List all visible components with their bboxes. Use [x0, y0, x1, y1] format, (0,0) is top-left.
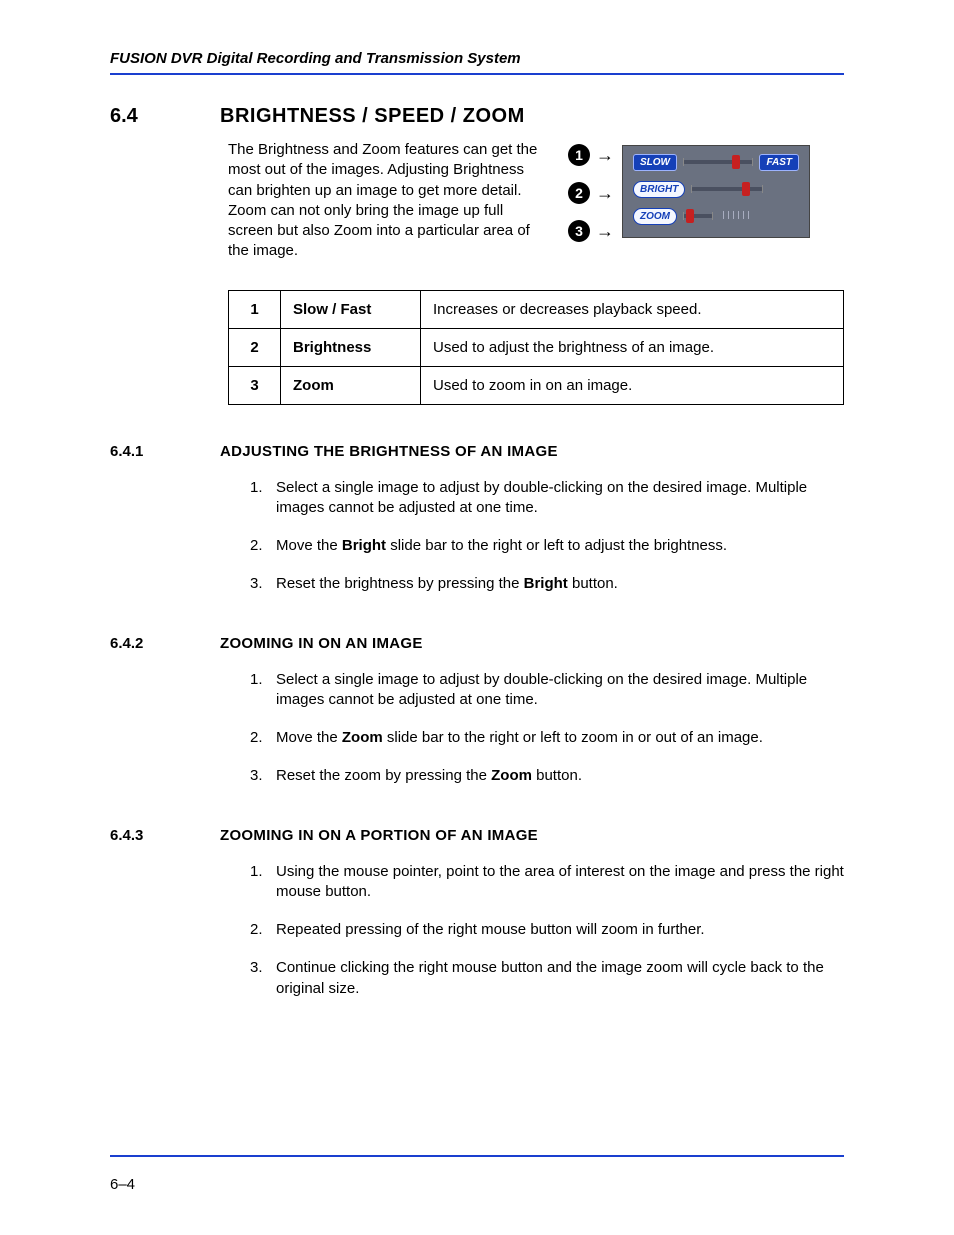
feature-desc: Used to adjust the brightness of an imag… — [421, 328, 844, 366]
step-item: Using the mouse pointer, point to the ar… — [250, 862, 844, 903]
step-item: Repeated pressing of the right mouse but… — [250, 920, 844, 940]
feature-num: 2 — [229, 328, 281, 366]
slow-label: SLOW — [633, 154, 677, 171]
callout-1: 1 → — [568, 144, 614, 166]
subsection-title: ZOOMING IN ON A PORTION OF AN IMAGE — [220, 827, 538, 844]
bright-button[interactable]: BRIGHT — [633, 181, 685, 198]
bold-term: Bright — [342, 537, 386, 554]
callout-2: 2 → — [568, 182, 614, 204]
bright-slider-row: BRIGHT — [633, 181, 799, 198]
step-item: Move the Bright slide bar to the right o… — [250, 536, 844, 556]
slider-thumb-icon — [742, 182, 750, 196]
section-number: 6.4 — [110, 105, 220, 128]
subsection-number: 6.4.1 — [110, 443, 220, 460]
section-intro: The Brightness and Zoom features can get… — [228, 140, 548, 262]
callout-column: 1 → 2 → 3 → — [568, 140, 614, 242]
page-number: 6–4 — [110, 1176, 135, 1193]
step-item: Move the Zoom slide bar to the right or … — [250, 728, 844, 748]
control-panel-illustration: 1 → 2 → 3 → SLOW FAST — [568, 140, 810, 242]
footer-rule — [110, 1155, 844, 1157]
document-page: FUSION DVR Digital Recording and Transmi… — [0, 0, 954, 1235]
speed-slider[interactable] — [683, 160, 753, 164]
feature-desc: Increases or decreases playback speed. — [421, 290, 844, 328]
zoom-button[interactable]: ZOOM — [633, 208, 677, 225]
feature-table: 1 Slow / Fast Increases or decreases pla… — [228, 290, 844, 405]
callout-3: 3 → — [568, 220, 614, 242]
feature-desc: Used to zoom in on an image. — [421, 366, 844, 404]
feature-name: Brightness — [281, 328, 421, 366]
slider-ticks-icon — [723, 213, 749, 219]
subsection-heading: 6.4.2 ZOOMING IN ON AN IMAGE — [110, 635, 844, 652]
feature-num: 3 — [229, 366, 281, 404]
step-item: Select a single image to adjust by doubl… — [250, 670, 844, 711]
section-heading: 6.4 BRIGHTNESS / SPEED / ZOOM — [110, 105, 844, 128]
table-row: 1 Slow / Fast Increases or decreases pla… — [229, 290, 844, 328]
arrow-right-icon: → — [596, 146, 614, 164]
subsection-heading: 6.4.3 ZOOMING IN ON A PORTION OF AN IMAG… — [110, 827, 844, 844]
step-list: Using the mouse pointer, point to the ar… — [250, 862, 844, 999]
bold-term: Zoom — [342, 729, 383, 746]
callout-circle-icon: 2 — [568, 182, 590, 204]
step-item: Continue clicking the right mouse button… — [250, 958, 844, 999]
subsection-title: ADJUSTING THE BRIGHTNESS OF AN IMAGE — [220, 443, 558, 460]
subsection-number: 6.4.2 — [110, 635, 220, 652]
subsection-title: ZOOMING IN ON AN IMAGE — [220, 635, 423, 652]
step-list: Select a single image to adjust by doubl… — [250, 478, 844, 595]
footer-area — [110, 1155, 844, 1167]
callout-circle-icon: 1 — [568, 144, 590, 166]
zoom-slider-row: ZOOM — [633, 208, 799, 225]
section-title: BRIGHTNESS / SPEED / ZOOM — [220, 105, 525, 128]
arrow-right-icon: → — [596, 222, 614, 240]
slider-thumb-icon — [732, 155, 740, 169]
zoom-slider[interactable] — [683, 214, 713, 218]
step-item: Select a single image to adjust by doubl… — [250, 478, 844, 519]
bold-term: Bright — [524, 575, 568, 592]
step-item: Reset the zoom by pressing the Zoom butt… — [250, 766, 844, 786]
doc-header-title: FUSION DVR Digital Recording and Transmi… — [110, 50, 844, 67]
bright-slider[interactable] — [691, 187, 763, 191]
speed-slider-row: SLOW FAST — [633, 154, 799, 171]
arrow-right-icon: → — [596, 184, 614, 202]
table-row: 3 Zoom Used to zoom in on an image. — [229, 366, 844, 404]
feature-name: Slow / Fast — [281, 290, 421, 328]
control-panel: SLOW FAST BRIGHT ZOOM — [622, 145, 810, 238]
fast-label: FAST — [759, 154, 799, 171]
subsection-heading: 6.4.1 ADJUSTING THE BRIGHTNESS OF AN IMA… — [110, 443, 844, 460]
step-item: Reset the brightness by pressing the Bri… — [250, 574, 844, 594]
bold-term: Zoom — [491, 767, 532, 784]
header-rule — [110, 73, 844, 75]
feature-name: Zoom — [281, 366, 421, 404]
table-row: 2 Brightness Used to adjust the brightne… — [229, 328, 844, 366]
subsection-number: 6.4.3 — [110, 827, 220, 844]
slider-thumb-icon — [686, 209, 694, 223]
feature-num: 1 — [229, 290, 281, 328]
callout-circle-icon: 3 — [568, 220, 590, 242]
intro-row: The Brightness and Zoom features can get… — [110, 140, 844, 262]
step-list: Select a single image to adjust by doubl… — [250, 670, 844, 787]
